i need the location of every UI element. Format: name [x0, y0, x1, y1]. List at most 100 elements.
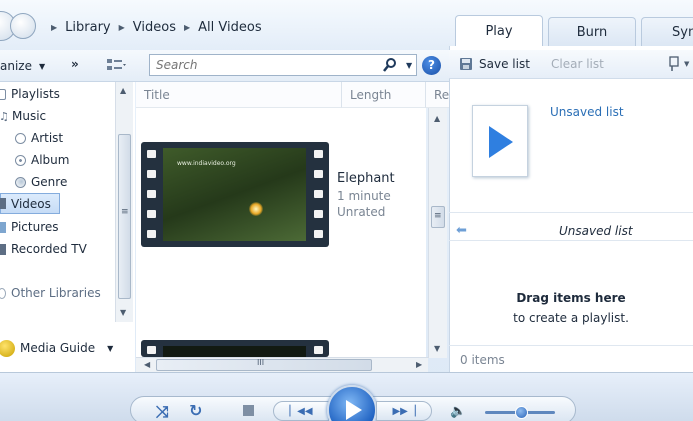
other-libraries-icon: [0, 287, 6, 299]
drag-items-title: Drag items here: [516, 291, 626, 305]
unsaved-list-title[interactable]: Unsaved list: [550, 105, 624, 119]
scroll-grip-icon: ≡: [434, 211, 442, 221]
scrollbar-thumb[interactable]: ≡: [431, 206, 445, 228]
volume-slider[interactable]: [485, 406, 555, 419]
breadcrumb-item-videos[interactable]: Videos: [133, 20, 176, 35]
scroll-down-icon[interactable]: ▼: [434, 344, 440, 353]
tab-play-label: Play: [485, 23, 513, 39]
sidebar-item-genre[interactable]: Genre: [15, 172, 67, 192]
scrollbar-thumb[interactable]: III: [156, 358, 372, 371]
thumbnail-watermark: www.indiavideo.org: [177, 160, 236, 167]
pictures-icon: [0, 221, 6, 233]
view-options-icon: [107, 59, 126, 70]
sidebar-item-playlists[interactable]: Playlists: [0, 84, 60, 104]
item-count: 0 items: [460, 353, 505, 367]
search-box: ▼: [149, 54, 417, 76]
scroll-up-icon[interactable]: ▲: [434, 114, 440, 123]
playlist-icon: [0, 88, 6, 100]
tv-icon: [0, 243, 6, 255]
music-note-icon: ♫: [0, 109, 9, 123]
drag-items-subtitle: to create a playlist.: [513, 311, 629, 325]
sidebar-item-artist[interactable]: Artist: [15, 128, 63, 148]
repeat-icon[interactable]: ↻: [189, 401, 202, 420]
forward-button[interactable]: [10, 13, 36, 39]
column-header-label: Length: [350, 87, 392, 102]
clear-list-button[interactable]: Clear list: [551, 57, 604, 71]
back-arrow-icon[interactable]: ⬅: [456, 223, 467, 238]
scroll-right-icon[interactable]: ▶: [416, 360, 422, 369]
sidebar-item-label: Playlists: [11, 87, 60, 101]
search-dropdown-icon[interactable]: ▼: [406, 61, 412, 70]
sidebar-item-label: Artist: [31, 131, 64, 145]
column-header-rating[interactable]: Re: [426, 82, 449, 108]
media-guide-button[interactable]: Media Guide ▼: [0, 338, 113, 358]
organize-label: anize: [0, 59, 32, 73]
column-header-label: Re: [434, 87, 449, 102]
media-guide-label: Media Guide: [20, 341, 96, 355]
column-header-length[interactable]: Length: [342, 82, 426, 108]
sidebar-item-label: Pictures: [11, 220, 59, 234]
sidebar-item-label: Videos: [11, 196, 51, 211]
video-thumbnail[interactable]: www.indiavideo.org: [141, 142, 329, 247]
scroll-grip-icon: III: [257, 358, 265, 367]
chevron-down-icon: ▼: [684, 60, 690, 68]
navigation-scrollbar[interactable]: ▲ ≡ ▼: [115, 82, 133, 322]
search-input[interactable]: [156, 56, 366, 74]
sidebar-item-videos[interactable]: Videos: [0, 193, 60, 214]
breadcrumb-separator-icon[interactable]: ▶: [119, 23, 125, 32]
video-frame: www.indiavideo.org: [163, 148, 306, 241]
sidebar-item-label: Music: [12, 109, 47, 123]
volume-slider-thumb[interactable]: [515, 406, 528, 419]
video-title[interactable]: Elephant: [337, 171, 395, 186]
breadcrumb-separator-icon: ▶: [51, 22, 58, 32]
video-list-scrollbar[interactable]: ▲ ≡ ▼: [428, 108, 447, 358]
sidebar-item-pictures[interactable]: Pictures: [0, 217, 59, 237]
sidebar-item-recorded-tv[interactable]: Recorded TV: [0, 239, 87, 259]
previous-button[interactable]: ▏◀◀: [273, 401, 329, 421]
breadcrumb-separator-icon[interactable]: ▶: [184, 23, 190, 32]
play-icon: [346, 400, 362, 420]
video-thumbnail[interactable]: [141, 340, 329, 357]
list-options-icon: [669, 56, 679, 71]
volume-icon[interactable]: 🔈: [450, 404, 466, 419]
play-button[interactable]: [327, 385, 377, 421]
save-icon: [460, 58, 472, 70]
organize-button[interactable]: anize ▼: [0, 58, 45, 74]
save-list-label: Save list: [479, 57, 530, 71]
scroll-up-icon[interactable]: ▲: [120, 86, 126, 95]
tab-play[interactable]: Play: [455, 15, 543, 46]
next-icon: ▶▶▕: [392, 406, 416, 417]
artist-icon: [15, 132, 26, 144]
stop-icon[interactable]: [243, 405, 254, 416]
light-flare: [249, 202, 263, 216]
scrollbar-thumb[interactable]: ≡: [118, 134, 131, 299]
save-list-button[interactable]: Save list: [459, 57, 530, 71]
tab-sync[interactable]: Syn: [641, 17, 693, 46]
sidebar-item-other-libraries[interactable]: Other Libraries: [0, 283, 101, 303]
video-list-hscrollbar[interactable]: ◀ III ▶: [136, 357, 428, 372]
breadcrumb-item-all-videos[interactable]: All Videos: [198, 20, 261, 35]
media-guide-icon: [0, 339, 15, 357]
view-options-button[interactable]: [106, 56, 128, 74]
shuffle-icon[interactable]: ⤨: [156, 402, 169, 421]
chevron-down-icon: ▼: [107, 343, 114, 353]
breadcrumb-item-library[interactable]: Library: [65, 20, 110, 35]
sidebar-item-album[interactable]: Album: [15, 150, 69, 170]
play-triangle-icon: [489, 126, 513, 158]
column-header-label: Title: [144, 87, 170, 102]
video-rating[interactable]: Unrated: [337, 205, 385, 219]
scroll-down-icon[interactable]: ▼: [120, 308, 126, 317]
next-button[interactable]: ▶▶▕: [376, 401, 432, 421]
scroll-left-icon[interactable]: ◀: [144, 360, 150, 369]
album-icon: [15, 154, 26, 166]
tab-burn[interactable]: Burn: [548, 17, 636, 46]
sidebar-item-music[interactable]: ♫ Music: [0, 106, 46, 126]
breadcrumb: ▶ Library ▶ Videos ▶ All Videos: [43, 12, 453, 42]
more-commands-button[interactable]: »: [71, 57, 79, 71]
help-icon[interactable]: ?: [422, 56, 441, 75]
tab-burn-label: Burn: [576, 24, 608, 40]
column-header-title[interactable]: Title: [136, 82, 342, 108]
search-icon[interactable]: [382, 57, 398, 73]
playlist-art: [472, 105, 528, 177]
list-options-button[interactable]: ▼: [667, 56, 689, 72]
